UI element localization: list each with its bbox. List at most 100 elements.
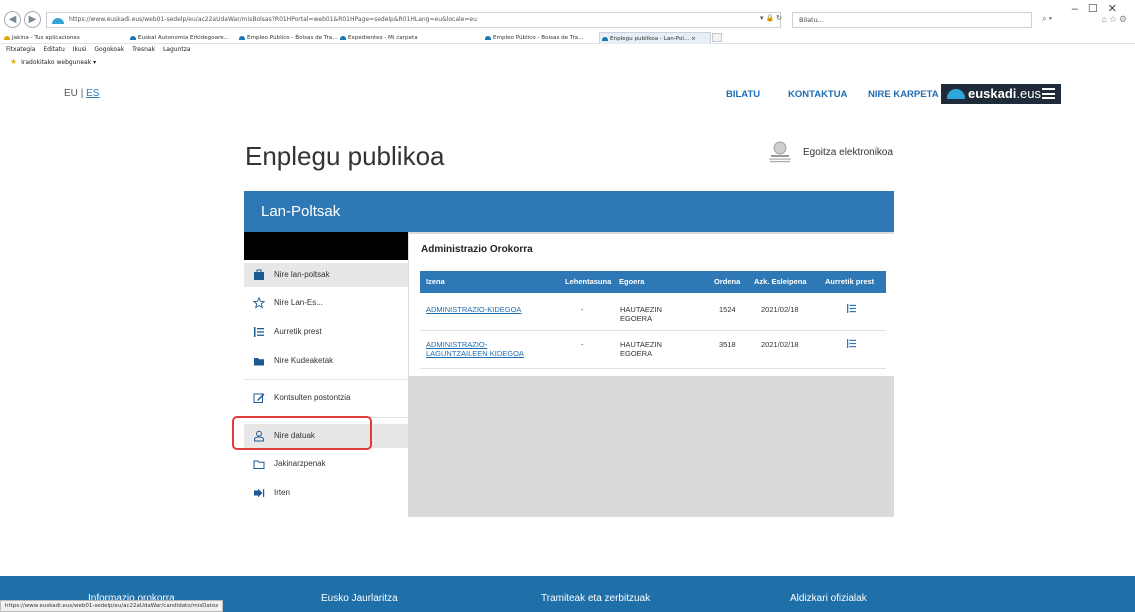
star-icon: ★ xyxy=(10,57,18,66)
tab-label: Empleo Público - Bolsas de Tra... xyxy=(247,35,338,41)
row-name-line2[interactable]: LAGUNTZAILEEN KIDEGOA xyxy=(426,349,524,358)
brand-thin: .eus xyxy=(1016,86,1041,101)
footer-aldizkari[interactable]: Aldizkari ofizialak xyxy=(790,593,867,604)
euskadi-logo[interactable]: euskadi.eus xyxy=(941,84,1061,104)
browser-search-input[interactable]: Bilatu... xyxy=(792,12,1032,28)
menu-bar: Fitxategia Editatu Ikusi Gogokoak Tresna… xyxy=(6,46,197,53)
browser-chrome: ◀ ▶ https://www.euskadi.eus/web01-sedelp… xyxy=(0,0,1135,84)
sidebar-item-label: Nire Lan-Es... xyxy=(274,298,323,307)
row-priority: - xyxy=(581,340,584,349)
menu-item[interactable]: Fitxategia xyxy=(6,46,35,53)
th-aurretik-prest: Aurretik prest xyxy=(825,277,875,286)
status-bar-url: https://www.euskadi.eus/web01-sedelp/eu/… xyxy=(0,600,224,612)
tab-label: Empleo Público - Bolsas de Tra... xyxy=(493,35,584,41)
list-icon[interactable] xyxy=(847,339,856,348)
tab-enplegu-active[interactable]: Enplegu publikoa - Lan-Pol... × xyxy=(599,32,711,44)
logout-icon xyxy=(254,488,265,498)
row-name-link[interactable]: ADMINISTRAZIO- LAGUNTZAILEEN KIDEGOA xyxy=(426,340,524,358)
favorites-bar[interactable]: ★ Iradokitako webguneak ▾ xyxy=(10,57,96,66)
tab-jakina[interactable]: Jakina - Tus aplicaciones xyxy=(2,32,102,44)
star-icon xyxy=(253,297,265,309)
tab-euskal[interactable]: Euskal Autonomia Erkidegoare... xyxy=(128,32,240,44)
menu-item[interactable]: Laguntza xyxy=(163,46,191,53)
panel-header: Lan-Poltsak xyxy=(244,191,894,232)
tab-empleo-2[interactable]: Empleo Público - Bolsas de Tra... xyxy=(483,32,595,44)
tab-label: Jakina - Tus aplicaciones xyxy=(12,35,80,41)
table-header: Izena Lehentasuna Egoera Ordena Azk. Esl… xyxy=(420,271,886,293)
footer-tramiteak[interactable]: Tramiteak eta zerbitzuak xyxy=(541,593,650,604)
th-ordena: Ordena xyxy=(714,277,741,286)
tab-label: Expedientes - Mi carpeta xyxy=(348,35,418,41)
list-icon[interactable] xyxy=(847,304,856,313)
sidebar-item-aurretik-prest[interactable]: Aurretik prest xyxy=(244,320,408,344)
th-egoera: Egoera xyxy=(619,277,645,286)
row-order: 1524 xyxy=(719,305,736,314)
lang-eu[interactable]: EU xyxy=(64,88,78,99)
search-icon[interactable]: ⌕ ▾ xyxy=(1042,14,1052,24)
edit-icon xyxy=(253,393,265,403)
new-tab-button[interactable] xyxy=(712,33,722,42)
favorites-label: Iradokitako webguneak ▾ xyxy=(21,59,97,66)
row-state: HAUTAEZIN EGOERA xyxy=(620,340,662,358)
hamburger-menu-icon[interactable] xyxy=(1042,88,1055,99)
address-bar[interactable]: https://www.euskadi.eus/web01-sedelp/eu/… xyxy=(46,12,781,28)
browser-search-placeholder: Bilatu... xyxy=(799,16,824,24)
highlight-annotation xyxy=(232,416,372,450)
sidebar-header-bar xyxy=(244,232,408,260)
row-state-line2: EGOERA xyxy=(620,349,653,358)
address-row: ◀ ▶ https://www.euskadi.eus/web01-sedelp… xyxy=(0,0,1135,30)
briefcase-icon xyxy=(254,269,264,280)
row-state-line2: EGOERA xyxy=(620,314,653,323)
row-date: 2021/02/18 xyxy=(761,340,799,349)
sidebar-item-irten[interactable]: Irten xyxy=(244,481,408,505)
menu-item[interactable]: Gogokoak xyxy=(94,46,124,53)
sidebar-item-label: Nire Kudeaketak xyxy=(274,356,334,365)
toolbar-icons[interactable]: ⌂☆⚙ xyxy=(1101,14,1129,25)
row-name-line1[interactable]: ADMINISTRAZIO- xyxy=(426,340,524,349)
tab-empleo-1[interactable]: Empleo Público - Bolsas de Tra... xyxy=(237,32,349,44)
menu-item[interactable]: Ikusi xyxy=(73,46,87,53)
tab-expedientes[interactable]: Expedientes - Mi carpeta xyxy=(338,32,438,44)
footer-eusko-jaurlaritza[interactable]: Eusko Jaurlaritza xyxy=(321,593,398,604)
card-title: Administrazio Orokorra xyxy=(421,244,533,255)
address-tools-icon[interactable]: ▾ 🔒 ↻ xyxy=(760,14,782,22)
th-azk-esleipena: Azk. Esleipena xyxy=(754,277,807,286)
nav-kontaktua[interactable]: KONTAKTUA xyxy=(788,89,847,100)
nav-bilatu[interactable]: BILATU xyxy=(726,89,760,100)
sidebar-item-kontsulten-postontzia[interactable]: Kontsulten postontzia xyxy=(244,386,408,410)
tab-label: Euskal Autonomia Erkidegoare... xyxy=(138,35,230,41)
row-state-line1: HAUTAEZIN xyxy=(620,305,662,314)
lang-separator: | xyxy=(80,88,84,99)
sidebar-item-jakinarzpenak[interactable]: Jakinarzpenak xyxy=(244,452,408,476)
row-state-line1: HAUTAEZIN xyxy=(620,340,662,349)
back-button[interactable]: ◀ xyxy=(4,11,21,28)
forward-button[interactable]: ▶ xyxy=(24,11,41,28)
tab-label: Enplegu publikoa - Lan-Pol... × xyxy=(610,36,696,42)
tab-strip: Jakina - Tus aplicaciones Euskal Autonom… xyxy=(0,31,1135,44)
sidebar-item-label: Jakinarzpenak xyxy=(274,459,326,468)
folder-icon xyxy=(254,358,264,366)
sidebar-item-nire-kudeaketak[interactable]: Nire Kudeaketak xyxy=(244,349,408,373)
page-title: Enplegu publikoa xyxy=(245,141,445,171)
row-name-link[interactable]: ADMINISTRAZIO-KIDEGOA xyxy=(426,305,521,314)
language-switcher: EU | ES xyxy=(64,88,99,99)
sidebar-item-label: Nire lan-poltsak xyxy=(274,270,330,279)
sidebar-item-nire-lan-poltsak[interactable]: Nire lan-poltsak xyxy=(244,263,408,287)
row-order: 3518 xyxy=(719,340,736,349)
menu-item[interactable]: Editatu xyxy=(43,46,64,53)
row-state: HAUTAEZIN EGOERA xyxy=(620,305,662,323)
panel-title: Lan-Poltsak xyxy=(261,203,341,220)
lang-es-link[interactable]: ES xyxy=(86,88,99,99)
sidebar-item-label: Aurretik prest xyxy=(274,327,322,336)
egoitza-link[interactable]: Egoitza elektronikoa xyxy=(803,147,893,158)
menu-item[interactable]: Tresnak xyxy=(132,46,155,53)
nav-nire-karpeta[interactable]: NIRE KARPETA xyxy=(868,89,939,100)
th-lehentasuna: Lehentasuna xyxy=(565,277,612,286)
brand-bold: euskadi xyxy=(968,86,1017,101)
sidebar: Nire lan-poltsak Nire Lan-Es... Aurretik… xyxy=(244,232,408,517)
sidebar-item-nire-lan-es[interactable]: Nire Lan-Es... xyxy=(244,291,408,315)
address-url: https://www.euskadi.eus/web01-sedelp/eu/… xyxy=(69,16,477,23)
row-divider xyxy=(420,330,886,331)
th-izena: Izena xyxy=(426,277,445,286)
bolsas-card: Administrazio Orokorra Izena Lehentasuna… xyxy=(409,234,894,376)
